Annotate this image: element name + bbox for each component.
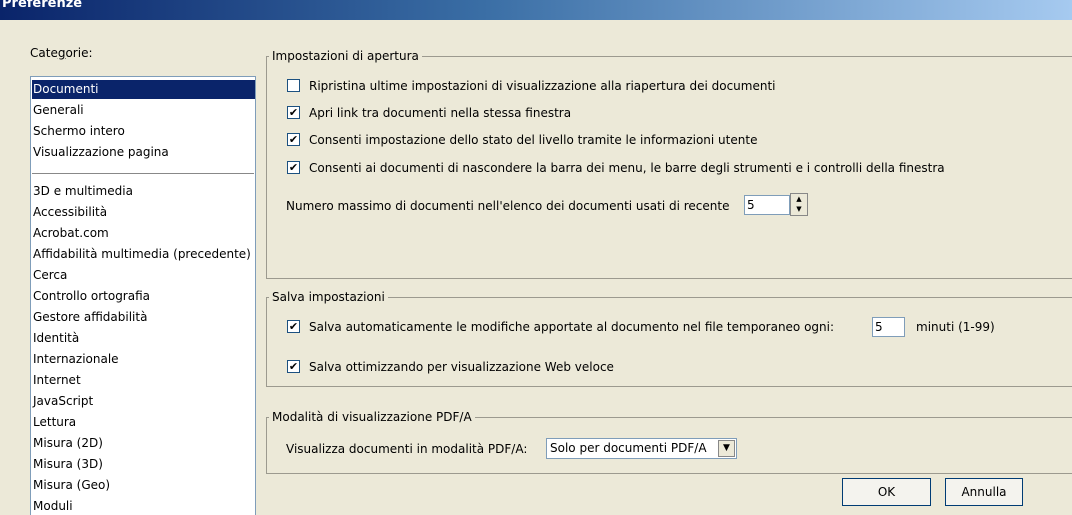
category-accessibilita[interactable]: Accessibilità — [32, 203, 255, 222]
categories-list[interactable]: Documenti Generali Schermo intero Visual… — [30, 76, 256, 515]
category-separator — [32, 173, 254, 174]
category-schermo-intero[interactable]: Schermo intero — [32, 122, 255, 141]
autosave-interval-input[interactable]: 5 — [872, 317, 905, 337]
option-autosave-label: Salva automaticamente le modifiche appor… — [309, 320, 835, 334]
category-javascript[interactable]: JavaScript — [32, 392, 255, 411]
category-internet[interactable]: Internet — [32, 371, 255, 390]
ok-button[interactable]: OK — [842, 478, 931, 506]
checkbox-autosave[interactable]: ✔ — [287, 320, 300, 333]
checkbox-open-links-same-window[interactable]: ✔ — [287, 106, 300, 119]
pdfa-legend: Modalità di visualizzazione PDF/A — [272, 410, 472, 424]
option-open-links-label: Apri link tra documenti nella stessa fin… — [309, 106, 572, 120]
category-acrobat-com[interactable]: Acrobat.com — [32, 224, 255, 243]
category-generali[interactable]: Generali — [32, 101, 255, 120]
open-settings-legend: Impostazioni di apertura — [272, 49, 419, 63]
category-lettura[interactable]: Lettura — [32, 413, 255, 432]
option-optimize-web[interactable]: ✔ Salva ottimizzando per visualizzazione … — [287, 358, 614, 376]
category-identita[interactable]: Identità — [32, 329, 255, 348]
option-layer-state-label: Consenti impostazione dello stato del li… — [309, 133, 758, 147]
max-recent-label: Numero massimo di documenti nell'elenco … — [286, 199, 730, 213]
checkmark-icon: ✔ — [288, 161, 299, 174]
cancel-button[interactable]: Annulla — [945, 478, 1023, 506]
option-restore-view[interactable]: Ripristina ultime impostazioni di visual… — [287, 77, 776, 95]
checkmark-icon: ✔ — [288, 360, 299, 373]
pdfa-selected-value: Solo per documenti PDF/A — [550, 441, 707, 455]
autosave-unit-label: minuti (1-99) — [916, 320, 995, 334]
category-misura-geo[interactable]: Misura (Geo) — [32, 476, 255, 495]
save-settings-legend: Salva impostazioni — [272, 290, 385, 304]
category-controllo-ortografia[interactable]: Controllo ortografia — [32, 287, 255, 306]
option-layer-state[interactable]: ✔ Consenti impostazione dello stato del l… — [287, 131, 757, 149]
title-bar: Preferenze — [0, 0, 1072, 20]
max-recent-stepper[interactable]: ▲ ▼ — [790, 193, 808, 216]
up-arrow-icon[interactable]: ▲ — [791, 194, 807, 204]
checkbox-optimize-web[interactable]: ✔ — [287, 360, 300, 373]
window-title: Preferenze — [2, 0, 83, 11]
category-misura-2d[interactable]: Misura (2D) — [32, 434, 255, 453]
option-optimize-web-label: Salva ottimizzando per visualizzazione W… — [309, 360, 614, 374]
option-restore-view-label: Ripristina ultime impostazioni di visual… — [309, 79, 776, 93]
option-hide-menubar[interactable]: ✔ Consenti ai documenti di nascondere la … — [287, 159, 945, 177]
chevron-down-icon[interactable]: ▼ — [718, 440, 735, 457]
pdfa-label: Visualizza documenti in modalità PDF/A: — [286, 442, 528, 456]
checkbox-hide-menubar[interactable]: ✔ — [287, 161, 300, 174]
category-internazionale[interactable]: Internazionale — [32, 350, 255, 369]
checkmark-icon: ✔ — [288, 320, 299, 333]
pdfa-select[interactable]: Solo per documenti PDF/A ▼ — [546, 438, 737, 459]
category-documenti[interactable]: Documenti — [32, 80, 255, 99]
category-misura-3d[interactable]: Misura (3D) — [32, 455, 255, 474]
down-arrow-icon[interactable]: ▼ — [791, 204, 807, 214]
checkbox-layer-state[interactable]: ✔ — [287, 133, 300, 146]
option-autosave[interactable]: ✔ Salva automaticamente le modifiche appo… — [287, 318, 834, 336]
option-open-links-same-window[interactable]: ✔ Apri link tra documenti nella stessa fi… — [287, 104, 571, 122]
categories-label: Categorie: — [30, 46, 93, 60]
checkbox-restore-view[interactable] — [287, 79, 300, 92]
category-moduli[interactable]: Moduli — [32, 497, 255, 515]
category-cerca[interactable]: Cerca — [32, 266, 255, 285]
max-recent-input[interactable]: 5 — [744, 195, 790, 215]
checkmark-icon: ✔ — [288, 133, 299, 146]
checkmark-icon: ✔ — [288, 106, 299, 119]
option-hide-menubar-label: Consenti ai documenti di nascondere la b… — [309, 161, 945, 175]
category-gestore-affidabilita[interactable]: Gestore affidabilità — [32, 308, 255, 327]
category-visualizzazione-pagina[interactable]: Visualizzazione pagina — [32, 143, 255, 162]
category-3d-multimedia[interactable]: 3D e multimedia — [32, 182, 255, 201]
category-affidabilita-multimedia[interactable]: Affidabilità multimedia (precedente) — [32, 245, 255, 264]
